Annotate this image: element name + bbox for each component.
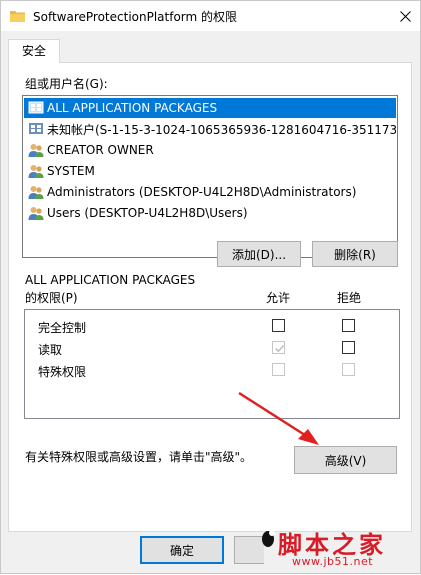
window-title: SoftwareProtectionPlatform 的权限 xyxy=(33,10,238,24)
permission-row-full-control: 完全控制 xyxy=(25,316,399,336)
list-item-label: Administrators (DESKTOP-U4L2H8D\Administ… xyxy=(47,185,357,199)
folder-icon xyxy=(10,10,25,22)
unknown-account-icon xyxy=(29,123,43,134)
permission-row-special: 特殊权限 xyxy=(25,360,399,380)
tab-label: 安全 xyxy=(21,44,46,58)
add-button[interactable]: 添加(D)... xyxy=(217,241,301,267)
permission-name: 完全控制 xyxy=(38,321,87,335)
list-item[interactable]: CREATOR OWNER xyxy=(24,140,396,160)
permissions-dialog: SoftwareProtectionPlatform 的权限 安全 组或用户名(… xyxy=(0,0,421,574)
deny-checkbox-read[interactable] xyxy=(342,341,355,354)
list-item-label: SYSTEM xyxy=(47,164,95,178)
permission-name: 读取 xyxy=(38,343,63,357)
watermark-url: www.jb51.net xyxy=(292,555,374,568)
deny-checkbox-full-control[interactable] xyxy=(342,319,355,332)
user-group-icon xyxy=(28,165,44,178)
deny-column-header: 拒绝 xyxy=(337,291,362,305)
list-item-label: ALL APPLICATION PACKAGES xyxy=(47,101,218,115)
user-group-icon xyxy=(28,144,44,157)
title-bar[interactable]: SoftwareProtectionPlatform 的权限 xyxy=(1,1,420,31)
list-item-label: 未知帐户(S-1-15-3-1024-1065365936-1281604716… xyxy=(47,122,396,137)
list-item[interactable]: Administrators (DESKTOP-U4L2H8D\Administ… xyxy=(24,182,396,202)
advanced-hint: 有关特殊权限或高级设置，请单击"高级"。 xyxy=(25,450,253,464)
list-item[interactable]: 未知帐户(S-1-15-3-1024-1065365936-1281604716… xyxy=(24,119,396,139)
permissions-for-label: ALL APPLICATION PACKAGES xyxy=(25,273,196,287)
advanced-button-label: 高级(V) xyxy=(324,453,367,468)
list-item-label: CREATOR OWNER xyxy=(47,143,154,157)
list-item[interactable]: Users (DESKTOP-U4L2H8D\Users) xyxy=(24,203,396,223)
close-button[interactable] xyxy=(390,1,420,31)
groups-label: 组或用户名(G): xyxy=(25,77,108,91)
groups-listbox[interactable]: ALL APPLICATION PACKAGES 未知帐户(S-1-15-3-1… xyxy=(22,95,398,258)
allow-checkbox-special xyxy=(272,363,285,376)
close-icon xyxy=(399,10,411,22)
remove-button[interactable]: 删除(R) xyxy=(312,241,398,267)
dialog-body: 安全 组或用户名(G): ALL APPLICATION PACKAGES 未知… xyxy=(1,31,420,573)
checkmark-icon xyxy=(275,345,285,353)
user-group-icon xyxy=(28,186,44,199)
allow-column-header: 允许 xyxy=(266,291,291,305)
allow-checkbox-full-control[interactable] xyxy=(272,319,285,332)
list-item[interactable]: SYSTEM xyxy=(24,161,396,181)
list-item-label: Users (DESKTOP-U4L2H8D\Users) xyxy=(47,206,248,220)
list-item[interactable]: ALL APPLICATION PACKAGES xyxy=(24,98,396,118)
remove-button-label: 删除(R) xyxy=(334,247,376,262)
package-group-icon xyxy=(28,101,44,114)
permissions-list: 完全控制 读取 特殊权限 xyxy=(24,309,400,419)
ok-button[interactable]: 确定 xyxy=(140,536,224,564)
permission-row-read: 读取 xyxy=(25,338,399,358)
permissions-title: 的权限(P) xyxy=(25,291,78,305)
advanced-button[interactable]: 高级(V) xyxy=(294,446,397,474)
ok-button-label: 确定 xyxy=(169,543,194,558)
permission-name: 特殊权限 xyxy=(38,365,87,379)
user-group-icon xyxy=(28,207,44,220)
add-button-label: 添加(D)... xyxy=(231,247,287,262)
deny-checkbox-special xyxy=(342,363,355,376)
tab-security[interactable]: 安全 xyxy=(8,39,60,63)
watermark: 脚本之家 www.jb51.net xyxy=(256,519,421,575)
allow-checkbox-read xyxy=(272,341,285,354)
